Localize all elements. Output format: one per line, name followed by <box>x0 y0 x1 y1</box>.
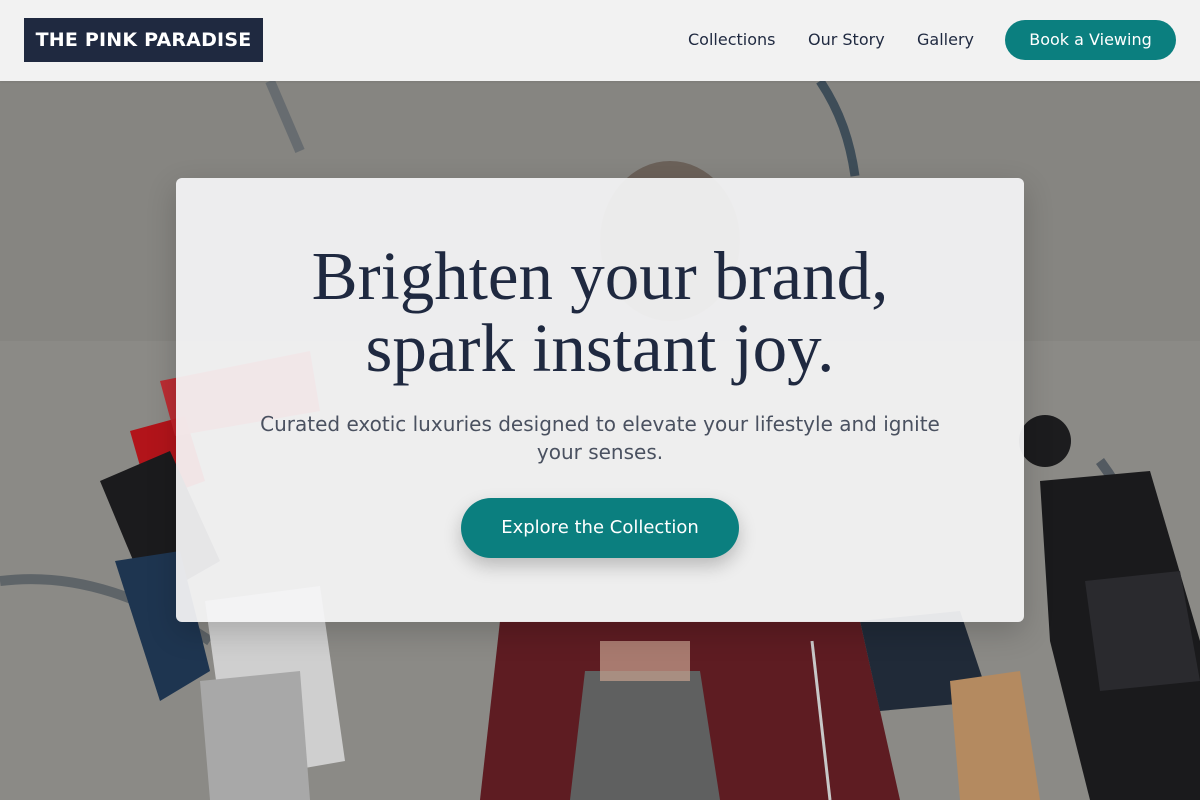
nav-link-collections[interactable]: Collections <box>688 28 775 52</box>
hero-subtext: Curated exotic luxuries designed to elev… <box>260 412 940 464</box>
book-viewing-button[interactable]: Book a Viewing <box>1005 20 1176 60</box>
hero-card: Brighten your brand, spark instant joy. … <box>176 178 1024 622</box>
headline-line-1: Brighten your brand, <box>311 238 889 314</box>
nav-link-our-story[interactable]: Our Story <box>808 28 885 52</box>
explore-collection-button[interactable]: Explore the Collection <box>461 498 739 558</box>
site-header: THE PINK PARADISE Collections Our Story … <box>0 0 1200 81</box>
headline-line-2: spark instant joy. <box>365 310 835 386</box>
hero-headline: Brighten your brand, spark instant joy. <box>176 240 1024 384</box>
brand-logo[interactable]: THE PINK PARADISE <box>24 18 263 62</box>
nav-link-gallery[interactable]: Gallery <box>917 28 974 52</box>
